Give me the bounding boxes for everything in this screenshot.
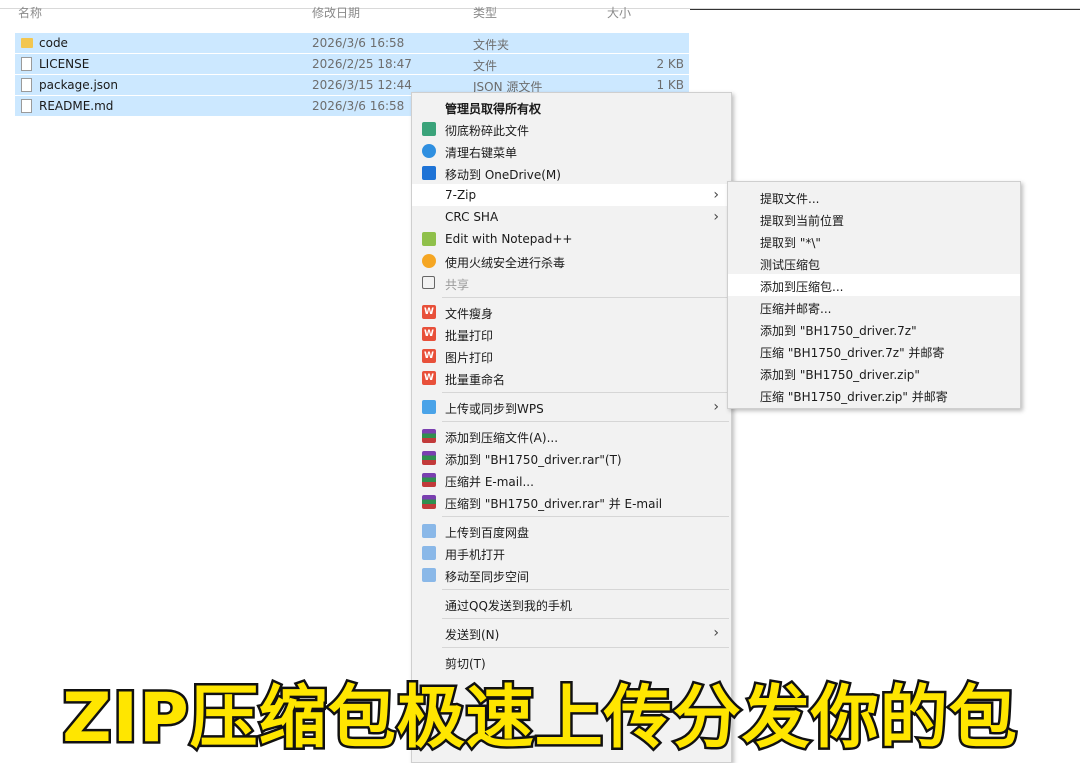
menu-item-onedrive[interactable]: 移动到 OneDrive(M) [412,162,731,184]
menu-item-file-slim[interactable]: W 文件瘦身 [412,301,731,323]
column-header-size[interactable]: 大小 [607,4,631,21]
cleaner-icon [422,144,436,158]
wps-icon: W [422,327,436,341]
menu-item-qq-send[interactable]: 通过QQ发送到我的手机 [412,593,731,615]
menu-separator [442,516,729,517]
file-type: 文件夹 [473,38,510,52]
phone-icon [422,546,436,560]
chevron-right-icon: › [713,187,719,203]
file-date: 2026/3/15 12:44 [312,78,412,92]
winrar-icon [422,429,436,443]
submenu-item-compress-7z-email[interactable]: 压缩 "BH1750_driver.7z" 并邮寄 [728,340,1020,362]
submenu-item-test-archive[interactable]: 测试压缩包 [728,252,1020,274]
menu-item-add-rar[interactable]: 添加到 "BH1750_driver.rar"(T) [412,447,731,469]
menu-item-open-phone[interactable]: 用手机打开 [412,542,731,564]
winrar-icon [422,451,436,465]
submenu-item-add-zip[interactable]: 添加到 "BH1750_driver.zip" [728,362,1020,384]
menu-item-notepadpp[interactable]: Edit with Notepad++ [412,228,731,250]
menu-separator [442,618,729,619]
file-name: README.md [39,99,114,113]
submenu-item-compress-zip-email[interactable]: 压缩 "BH1750_driver.zip" 并邮寄 [728,384,1020,406]
onedrive-icon [422,166,436,180]
wps-cloud-icon [422,400,436,414]
menu-item-take-ownership[interactable]: 管理员取得所有权 [412,96,731,118]
video-caption: ZIP压缩包极速上传分发你的包 [60,677,1019,761]
menu-separator [442,297,729,298]
submenu-item-add-7z[interactable]: 添加到 "BH1750_driver.7z" [728,318,1020,340]
file-icon [21,57,32,71]
sync-icon [422,568,436,582]
submenu-item-extract-here[interactable]: 提取到当前位置 [728,208,1020,230]
wps-icon: W [422,305,436,319]
submenu-item-extract-files[interactable]: 提取文件... [728,186,1020,208]
json-file-icon [21,78,32,92]
menu-item-compress-rar-email[interactable]: 压缩到 "BH1750_driver.rar" 并 E-mail [412,491,731,513]
menu-separator [442,647,729,648]
notepadpp-icon [422,232,436,246]
file-name: LICENSE [39,57,90,71]
menu-item-batch-rename[interactable]: W 批量重命名 [412,367,731,389]
shredder-icon [422,122,436,136]
submenu-item-compress-email[interactable]: 压缩并邮寄... [728,296,1020,318]
menu-item-huorong-scan[interactable]: 使用火绒安全进行杀毒 [412,250,731,272]
menu-separator [442,589,729,590]
menu-item-clean-menu[interactable]: 清理右键菜单 [412,140,731,162]
baidu-cloud-icon [422,524,436,538]
menu-item-sync-space[interactable]: 移动至同步空间 [412,564,731,586]
wps-icon: W [422,349,436,363]
file-date: 2026/2/25 18:47 [312,57,412,71]
submenu-item-extract-to[interactable]: 提取到 "*\" [728,230,1020,252]
file-date: 2026/3/6 16:58 [312,36,405,50]
huorong-icon [422,254,436,268]
share-icon [422,276,435,289]
menu-item-crc-sha[interactable]: CRC SHA › [412,206,731,228]
menu-item-image-print[interactable]: W 图片打印 [412,345,731,367]
chevron-right-icon: › [713,625,719,641]
menu-item-baidu-upload[interactable]: 上传到百度网盘 [412,520,731,542]
file-size: 1 KB [656,78,684,92]
menu-separator [442,421,729,422]
menu-item-shred-file[interactable]: 彻底粉碎此文件 [412,118,731,140]
column-header-name[interactable]: 名称 [18,4,42,21]
menu-item-7zip[interactable]: 7-Zip › [412,184,731,206]
menu-item-send-to[interactable]: 发送到(N) › [412,622,731,644]
menu-item-add-archive[interactable]: 添加到压缩文件(A)... [412,425,731,447]
winrar-icon [422,473,436,487]
file-size: 2 KB [656,57,684,71]
chevron-right-icon: › [713,399,719,415]
file-name: package.json [39,78,119,92]
md-file-icon [21,99,32,113]
column-header-date[interactable]: 修改日期 [312,4,360,21]
folder-icon [21,38,33,48]
file-row[interactable]: LICENSE 2026/2/25 18:47 文件 2 KB [15,54,689,74]
file-date: 2026/3/6 16:58 [312,99,405,113]
menu-item-share[interactable]: 共享 [412,272,731,294]
file-type: 文件 [473,59,498,73]
winrar-icon [422,495,436,509]
chevron-right-icon: › [713,209,719,225]
menu-item-upload-wps[interactable]: 上传或同步到WPS › [412,396,731,418]
submenu-7zip: 提取文件... 提取到当前位置 提取到 "*\" 测试压缩包 添加到压缩包...… [727,181,1021,409]
column-header-type[interactable]: 类型 [473,4,497,21]
file-row[interactable]: code 2026/3/6 16:58 文件夹 [15,33,689,53]
menu-separator [442,392,729,393]
menu-item-batch-print[interactable]: W 批量打印 [412,323,731,345]
menu-item-compress-email[interactable]: 压缩并 E-mail... [412,469,731,491]
file-name: code [39,36,68,50]
window-edge [690,9,1080,10]
submenu-item-add-archive[interactable]: 添加到压缩包... [728,274,1020,296]
wps-icon: W [422,371,436,385]
